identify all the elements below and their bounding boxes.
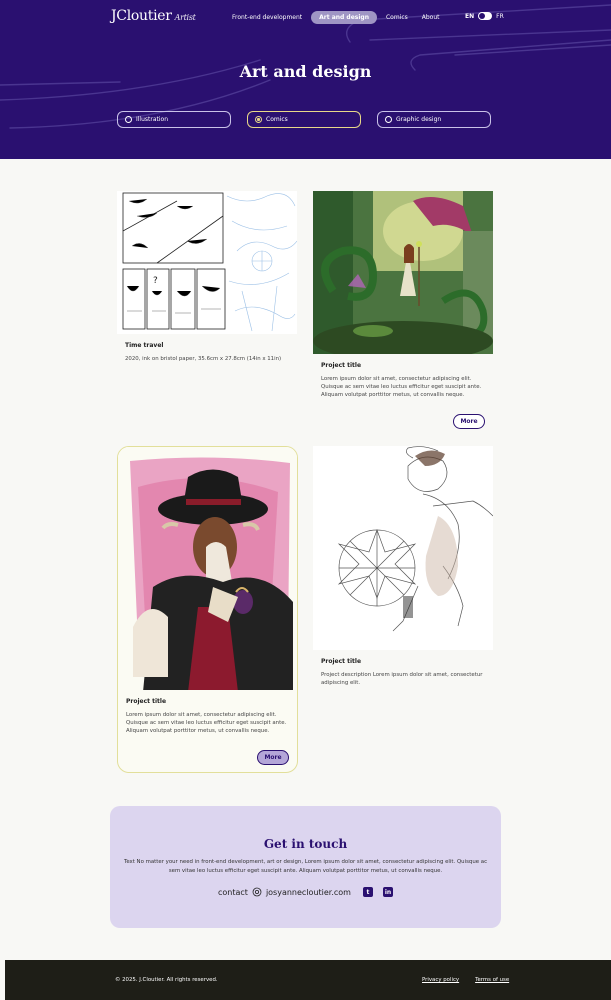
forest-illustration-image <box>313 191 493 354</box>
project-card[interactable]: Project title Project description Lorem … <box>313 446 493 687</box>
card-title: Time travel <box>125 342 164 349</box>
more-button[interactable]: More <box>453 414 485 429</box>
hero-header: JCloutier Artist Front-end development Ar… <box>0 0 611 159</box>
contact-line: contact josyannecloutier.com t in <box>110 887 501 897</box>
comic-page-image: ? <box>117 191 297 334</box>
filter-illustration[interactable]: Illustration <box>117 111 231 128</box>
filter-label: Graphic design <box>396 116 442 123</box>
project-card[interactable]: Project title Lorem ipsum dolor sit amet… <box>313 191 493 433</box>
radio-icon <box>385 116 392 123</box>
contact-title: Get in touch <box>263 837 348 851</box>
card-description: Lorem ipsum dolor sit amet, consectetur … <box>321 376 482 398</box>
goat-character-image <box>118 447 297 690</box>
logo-script: Artist <box>174 13 196 22</box>
copyright: © 2025. J.Cloutier. All rights reserved. <box>115 977 218 983</box>
privacy-policy-link[interactable]: Privacy policy <box>422 977 459 983</box>
card-description: Lorem ipsum dolor sit amet, consectetur … <box>126 712 287 734</box>
contact-text: Text No matter your need in front-end de… <box>123 859 488 874</box>
forest-illustration <box>313 191 493 354</box>
site-footer: © 2025. J.Cloutier. All rights reserved.… <box>5 960 611 1000</box>
nav-about[interactable]: About <box>417 11 445 24</box>
more-button[interactable]: More <box>257 750 289 765</box>
lang-toggle[interactable] <box>478 12 493 20</box>
page-title: Art and design <box>239 62 372 81</box>
contact-section: Get in touch Text No matter your need in… <box>110 806 501 928</box>
card-title: Project title <box>321 658 362 665</box>
lang-en[interactable]: EN <box>465 13 474 20</box>
filter-graphic-design[interactable]: Graphic design <box>377 111 491 128</box>
sketch-character-image <box>313 446 493 650</box>
card-description: 2020, ink on bristol paper, 35.6cm x 27.… <box>125 356 282 362</box>
filter-label: Comics <box>266 116 288 123</box>
radio-icon <box>125 116 132 123</box>
svg-text:?: ? <box>153 276 158 286</box>
radio-checked-icon <box>255 116 262 123</box>
main-nav: Front-end development Art and design Com… <box>227 11 445 24</box>
terms-of-use-link[interactable]: Terms of use <box>475 977 509 983</box>
card-title: Project title <box>321 362 362 369</box>
logo-text: JCloutier <box>111 8 172 24</box>
nav-art-and-design[interactable]: Art and design <box>311 11 377 24</box>
project-card[interactable]: ? Time travel 2020, ink on bristol paper… <box>117 191 297 363</box>
toggle-knob <box>479 13 486 19</box>
contact-email[interactable]: josyannecloutier.com <box>266 888 351 897</box>
goat-character-illustration <box>118 447 297 690</box>
nav-front-end-development[interactable]: Front-end development <box>227 11 307 24</box>
linkedin-icon[interactable]: in <box>382 887 393 897</box>
at-icon <box>252 887 262 897</box>
nav-comics[interactable]: Comics <box>381 11 413 24</box>
tumblr-icon[interactable]: t <box>362 887 373 897</box>
card-description: Project description Lorem ipsum dolor si… <box>321 672 483 686</box>
filter-comics[interactable]: Comics <box>247 111 361 128</box>
footer-links: Privacy policy Terms of use <box>422 977 509 983</box>
language-switch: EN FR <box>465 12 504 20</box>
comic-page-illustration: ? <box>117 191 297 334</box>
project-card-highlighted[interactable]: Project title Lorem ipsum dolor sit amet… <box>117 446 298 773</box>
category-filters: Illustration Comics Graphic design <box>117 111 491 128</box>
contact-label: contact <box>218 887 248 897</box>
sketch-character-illustration <box>313 446 493 650</box>
lang-fr[interactable]: FR <box>496 13 504 20</box>
card-title: Project title <box>126 698 167 705</box>
site-logo[interactable]: JCloutier Artist <box>111 8 196 24</box>
filter-label: Illustration <box>136 116 169 123</box>
